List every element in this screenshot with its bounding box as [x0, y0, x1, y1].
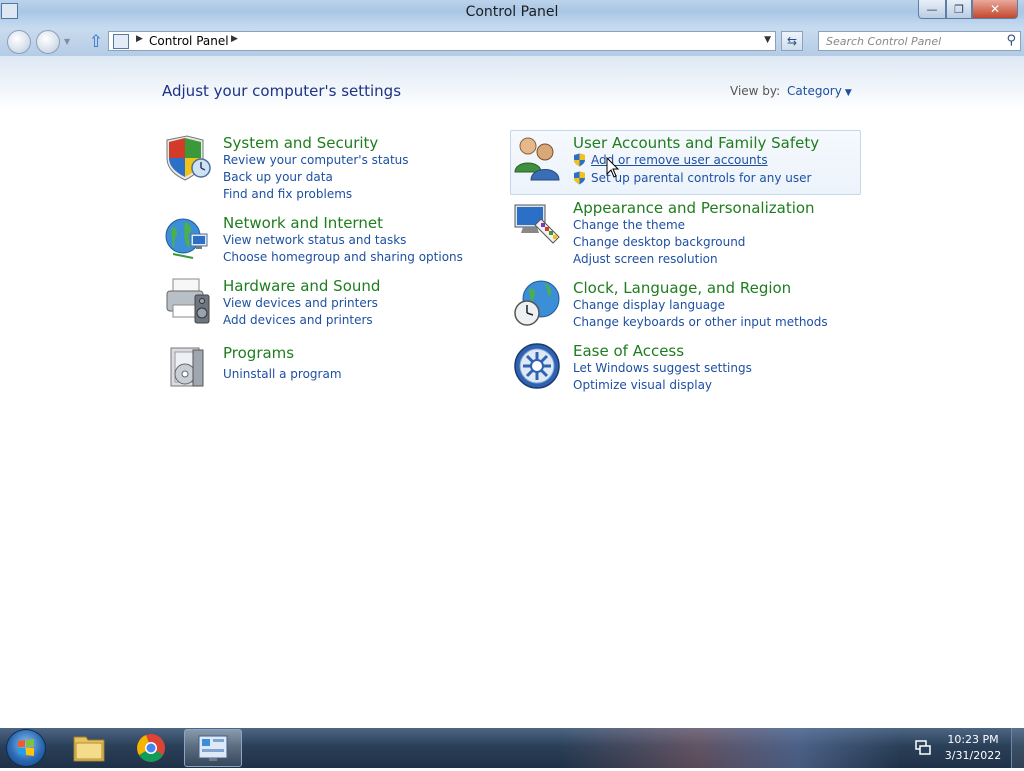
link-uninstall-program[interactable]: Uninstall a program: [223, 367, 342, 381]
taskbar-chrome[interactable]: [122, 729, 180, 767]
windows-logo-icon: [18, 739, 34, 756]
users-icon[interactable]: [513, 134, 561, 182]
category-title[interactable]: Network and Internet: [223, 214, 383, 232]
show-desktop-button[interactable]: [1011, 728, 1024, 768]
maximize-icon: ❐: [954, 2, 964, 16]
breadcrumb-arrow-icon[interactable]: ▶: [231, 34, 238, 44]
search-icon[interactable]: ⚲: [1006, 33, 1016, 48]
link-network-status[interactable]: View network status and tasks: [223, 233, 406, 247]
category-title[interactable]: Hardware and Sound: [223, 277, 380, 295]
globe-network-icon[interactable]: [163, 214, 211, 262]
category-user-accounts: User Accounts and Family Safety Add or r…: [513, 134, 853, 194]
category-title[interactable]: User Accounts and Family Safety: [573, 134, 819, 152]
address-dropdown-icon[interactable]: ▼: [764, 35, 771, 45]
breadcrumb-arrow-icon[interactable]: ▶: [136, 34, 143, 44]
view-by-dropdown[interactable]: Category ▼: [787, 84, 852, 98]
view-by-label: View by:: [730, 84, 781, 98]
link-optimize-visual[interactable]: Optimize visual display: [573, 378, 712, 392]
start-button[interactable]: [6, 729, 46, 767]
window-controls: — ❐ ✕: [918, 0, 1018, 19]
category-title[interactable]: Clock, Language, and Region: [573, 279, 791, 297]
category-title[interactable]: Programs: [223, 344, 294, 362]
wallpaper-strip: [560, 728, 900, 768]
link-desktop-background[interactable]: Change desktop background: [573, 235, 745, 249]
programs-icon[interactable]: [163, 344, 211, 392]
link-fix-problems[interactable]: Find and fix problems: [223, 187, 352, 201]
refresh-button[interactable]: ⇆: [781, 31, 803, 51]
link-display-language[interactable]: Change display language: [573, 298, 725, 312]
up-arrow-icon[interactable]: ⇧: [86, 32, 106, 52]
clock-time: 10:23 PM: [947, 733, 999, 746]
ease-of-access-icon[interactable]: [513, 342, 561, 390]
title-bar: Control Panel — ❐ ✕: [0, 0, 1024, 28]
link-change-theme[interactable]: Change the theme: [573, 218, 685, 232]
printer-speaker-icon[interactable]: [163, 277, 211, 325]
link-back-up-data[interactable]: Back up your data: [223, 170, 333, 184]
minimize-button[interactable]: —: [918, 0, 946, 19]
category-hardware-sound: Hardware and Sound View devices and prin…: [163, 277, 463, 327]
clock-date: 3/31/2022: [944, 749, 1002, 762]
category-title[interactable]: Ease of Access: [573, 342, 684, 360]
refresh-icon: ⇆: [786, 34, 798, 48]
back-button[interactable]: [7, 30, 31, 54]
mouse-cursor-icon: [606, 157, 620, 178]
control-panel-icon: [113, 34, 129, 49]
window-title: Control Panel: [465, 4, 559, 20]
taskbar: 10:23 PM 3/31/2022: [0, 728, 1024, 768]
chrome-icon: [137, 734, 165, 762]
category-network-internet: Network and Internet View network status…: [163, 214, 463, 264]
view-by-value: Category: [787, 84, 842, 98]
link-windows-suggest[interactable]: Let Windows suggest settings: [573, 361, 752, 375]
category-clock-language: Clock, Language, and Region Change displ…: [513, 279, 853, 329]
taskbar-file-explorer[interactable]: [60, 729, 118, 767]
shield-icon[interactable]: [163, 134, 211, 182]
link-screen-resolution[interactable]: Adjust screen resolution: [573, 252, 718, 266]
category-system-security: System and Security Review your computer…: [163, 134, 463, 204]
forward-button[interactable]: [36, 30, 60, 54]
navigation-bar: ▼ ⇧ ▶ Control Panel ▶ ▼ ⇆ Search Control…: [0, 28, 1024, 56]
category-appearance: Appearance and Personalization Change th…: [513, 199, 853, 269]
category-programs: Programs Uninstall a program: [163, 344, 463, 389]
link-parental-controls[interactable]: Set up parental controls for any user: [591, 171, 811, 185]
close-button[interactable]: ✕: [972, 0, 1018, 19]
uac-shield-icon: [574, 171, 585, 185]
search-input[interactable]: Search Control Panel ⚲: [818, 31, 1021, 51]
maximize-button[interactable]: ❐: [946, 0, 972, 19]
uac-shield-icon: [574, 153, 585, 167]
category-title[interactable]: System and Security: [223, 134, 378, 152]
link-keyboards-input[interactable]: Change keyboards or other input methods: [573, 315, 828, 329]
category-title[interactable]: Appearance and Personalization: [573, 199, 815, 217]
file-explorer-icon: [73, 736, 105, 762]
control-panel-icon: [198, 735, 228, 761]
network-tray-icon[interactable]: [914, 738, 932, 756]
link-view-devices[interactable]: View devices and printers: [223, 296, 378, 310]
close-icon: ✕: [989, 2, 1001, 16]
chevron-down-icon: ▼: [844, 88, 852, 98]
taskbar-control-panel[interactable]: [184, 729, 242, 767]
address-bar[interactable]: ▶ Control Panel ▶ ▼: [108, 31, 776, 51]
category-ease-of-access: Ease of Access Let Windows suggest setti…: [513, 342, 853, 392]
history-dropdown-icon[interactable]: ▼: [64, 37, 70, 46]
breadcrumb[interactable]: Control Panel: [149, 34, 229, 48]
link-homegroup-sharing[interactable]: Choose homegroup and sharing options: [223, 250, 463, 264]
link-review-status[interactable]: Review your computer's status: [223, 153, 409, 167]
page-title: Adjust your computer's settings: [162, 82, 402, 100]
monitor-palette-icon[interactable]: [513, 199, 561, 247]
system-clock[interactable]: 10:23 PM 3/31/2022: [938, 732, 1008, 764]
minimize-icon: —: [926, 2, 938, 16]
main-content: Adjust your computer's settings View by:…: [0, 56, 1024, 728]
link-add-devices[interactable]: Add devices and printers: [223, 313, 373, 327]
clock-globe-icon[interactable]: [513, 279, 561, 327]
search-placeholder: Search Control Panel: [826, 35, 942, 48]
